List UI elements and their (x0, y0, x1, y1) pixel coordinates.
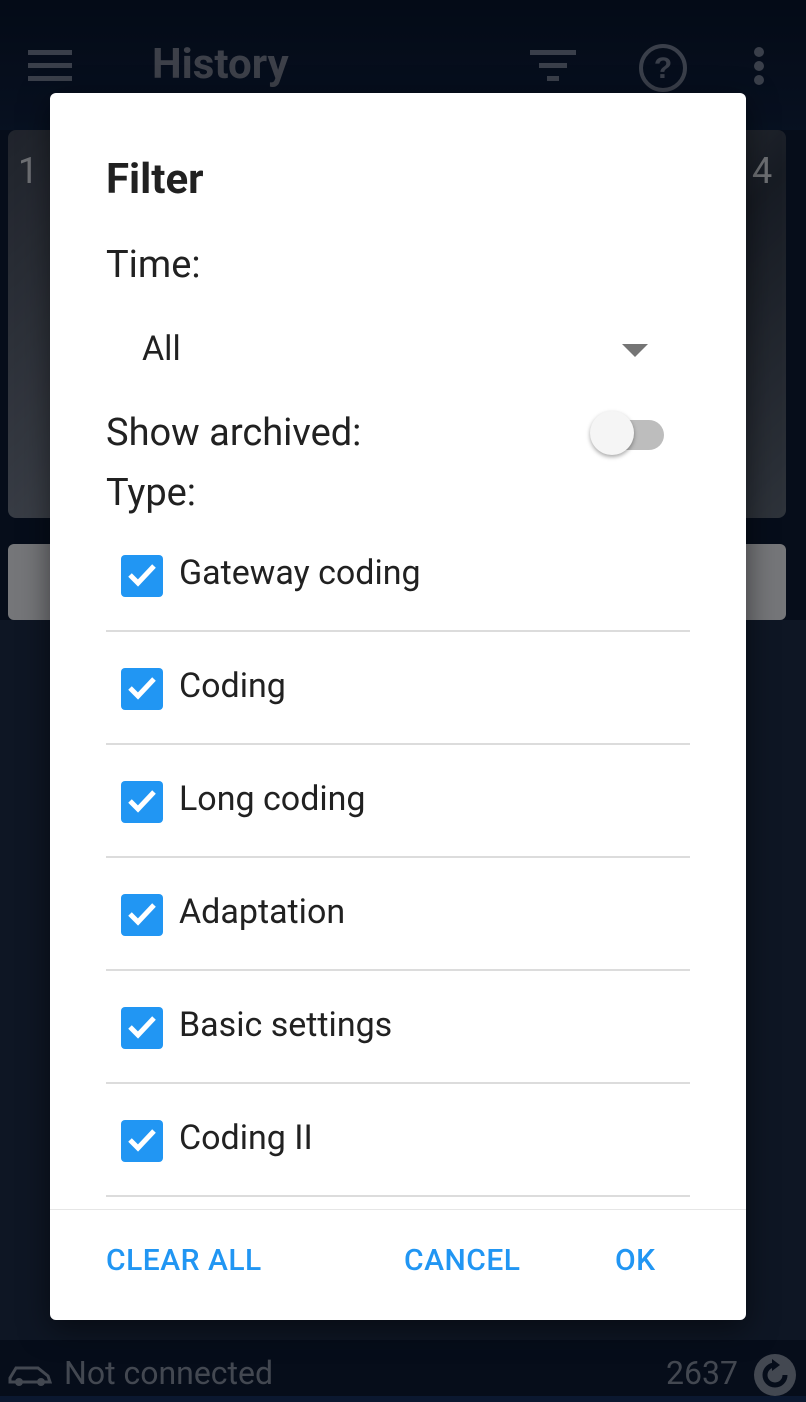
footer-divider (50, 1209, 746, 1210)
type-list: Gateway coding Coding Long coding Adapta… (106, 519, 690, 1197)
type-item-label: Coding (179, 666, 286, 706)
filter-dialog: Filter Time: All Show archived: Type: Ga… (50, 93, 746, 1320)
dropdown-arrow-icon (622, 343, 648, 362)
checkbox-checked-icon[interactable] (121, 894, 163, 936)
type-item-label: Coding II (179, 1118, 313, 1158)
ok-button[interactable]: OK (615, 1243, 656, 1278)
type-item-label: Adaptation (179, 892, 346, 932)
checkbox-checked-icon[interactable] (121, 1007, 163, 1049)
time-selected-value: All (142, 329, 181, 369)
type-item-coding-ii[interactable]: Coding II (106, 1084, 690, 1197)
type-label: Type: (106, 471, 197, 515)
type-item-long-coding[interactable]: Long coding (106, 745, 690, 858)
type-item-gateway-coding[interactable]: Gateway coding (106, 519, 690, 632)
type-item-coding[interactable]: Coding (106, 632, 690, 745)
type-item-label: Long coding (179, 779, 366, 819)
checkbox-checked-icon[interactable] (121, 555, 163, 597)
show-archived-switch[interactable] (590, 409, 668, 459)
time-dropdown[interactable]: All (106, 315, 666, 381)
show-archived-label: Show archived: (106, 411, 362, 455)
type-item-label: Basic settings (179, 1005, 393, 1045)
checkbox-checked-icon[interactable] (121, 781, 163, 823)
switch-thumb (590, 411, 634, 455)
checkbox-checked-icon[interactable] (121, 668, 163, 710)
checkbox-checked-icon[interactable] (121, 1120, 163, 1162)
time-label: Time: (106, 243, 201, 287)
cancel-button[interactable]: CANCEL (404, 1243, 521, 1278)
type-item-basic-settings[interactable]: Basic settings (106, 971, 690, 1084)
type-item-label: Gateway coding (179, 553, 421, 593)
type-item-adaptation[interactable]: Adaptation (106, 858, 690, 971)
dialog-title: Filter (106, 155, 204, 204)
clear-all-button[interactable]: CLEAR ALL (106, 1243, 262, 1278)
